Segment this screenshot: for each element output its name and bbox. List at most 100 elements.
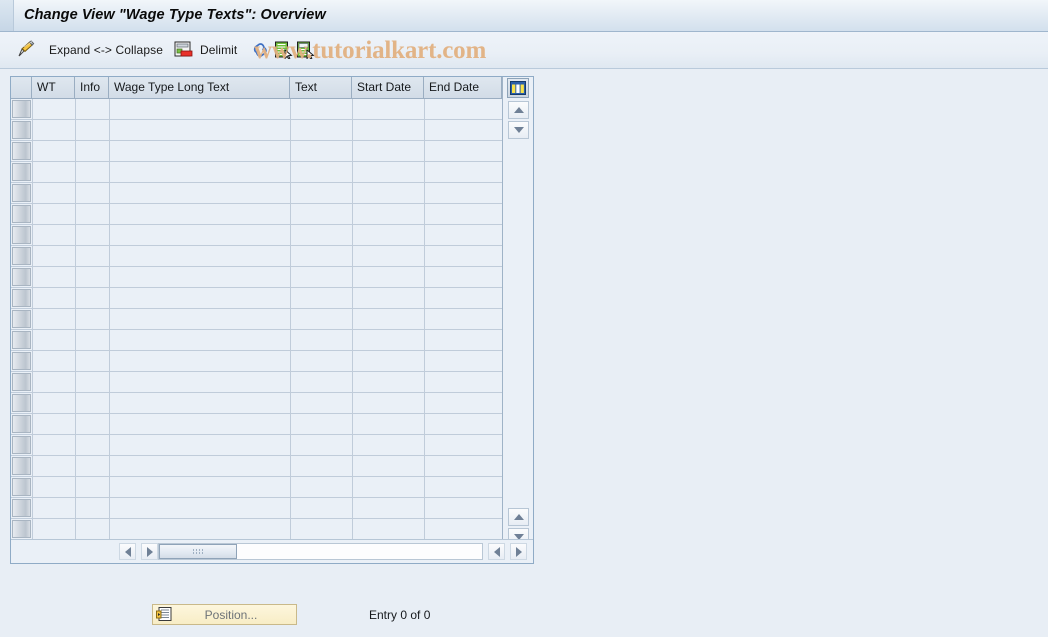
cell-divider [32, 183, 33, 204]
cell-divider [290, 183, 291, 204]
horizontal-scrollbar[interactable] [11, 539, 533, 563]
cell-divider [75, 519, 76, 540]
row-select-button[interactable] [12, 394, 31, 412]
cell-divider [290, 267, 291, 288]
row-select-button[interactable] [12, 163, 31, 181]
table-row[interactable] [11, 456, 502, 477]
column-header-wt[interactable]: WT [32, 77, 75, 99]
copy-document-icon [275, 41, 293, 59]
row-select-button[interactable] [12, 436, 31, 454]
position-button[interactable]: Position... [152, 604, 297, 625]
cell-divider [109, 204, 110, 225]
column-header-wage-type-long-text[interactable]: Wage Type Long Text [109, 77, 290, 99]
table-row[interactable] [11, 99, 502, 120]
table-settings-icon [510, 81, 526, 95]
table-row[interactable] [11, 141, 502, 162]
row-select-button[interactable] [12, 268, 31, 286]
row-select-button[interactable] [12, 457, 31, 475]
cell-divider [424, 477, 425, 498]
vertical-scrollbar[interactable] [502, 77, 533, 563]
details-button[interactable] [296, 32, 315, 68]
hscroll-track[interactable] [158, 543, 483, 560]
table-row[interactable] [11, 288, 502, 309]
row-select-button[interactable] [12, 247, 31, 265]
copy-entry-button[interactable] [274, 32, 293, 68]
cell-divider [109, 99, 110, 120]
hscroll-far-left-button[interactable] [488, 543, 505, 560]
table-row[interactable] [11, 372, 502, 393]
edit-pencil-button[interactable] [16, 32, 38, 68]
cell-divider [290, 498, 291, 519]
table-row[interactable] [11, 162, 502, 183]
row-select-button[interactable] [12, 205, 31, 223]
row-select-button[interactable] [12, 352, 31, 370]
row-select-button[interactable] [12, 100, 31, 118]
table-row[interactable] [11, 246, 502, 267]
row-select-button[interactable] [12, 331, 31, 349]
table-row[interactable] [11, 120, 502, 141]
row-select-button[interactable] [12, 478, 31, 496]
table-row[interactable] [11, 414, 502, 435]
cell-divider [290, 519, 291, 540]
table-row[interactable] [11, 225, 502, 246]
table-row[interactable] [11, 477, 502, 498]
hscroll-thumb[interactable] [159, 544, 237, 559]
table-row[interactable] [11, 393, 502, 414]
hscroll-far-right-button[interactable] [510, 543, 527, 560]
data-grid: WT Info Wage Type Long Text Text Start D… [10, 76, 534, 564]
row-select-button[interactable] [12, 121, 31, 139]
scroll-page-up-button[interactable] [508, 508, 529, 526]
column-header-select[interactable] [11, 77, 32, 99]
cell-divider [352, 246, 353, 267]
table-row[interactable] [11, 498, 502, 519]
cell-divider [32, 372, 33, 393]
table-row[interactable] [11, 183, 502, 204]
table-row[interactable] [11, 435, 502, 456]
cell-divider [75, 162, 76, 183]
expand-collapse-button[interactable]: Expand <-> Collapse [49, 32, 163, 68]
row-select-button[interactable] [12, 310, 31, 328]
row-select-button[interactable] [12, 226, 31, 244]
cell-divider [75, 498, 76, 519]
column-header-end-date[interactable]: End Date [424, 77, 502, 99]
scroll-down-button[interactable] [508, 121, 529, 139]
hscroll-left-button[interactable] [119, 543, 136, 560]
column-header-start-date[interactable]: Start Date [352, 77, 424, 99]
row-select-button[interactable] [12, 415, 31, 433]
cell-divider [352, 351, 353, 372]
table-row[interactable] [11, 309, 502, 330]
link-button[interactable] [251, 32, 270, 68]
column-header-info[interactable]: Info [75, 77, 109, 99]
cell-divider [32, 120, 33, 141]
cell-divider [75, 99, 76, 120]
hscroll-right-button[interactable] [141, 543, 158, 560]
table-row[interactable] [11, 204, 502, 225]
cell-divider [109, 435, 110, 456]
table-row[interactable] [11, 351, 502, 372]
cell-divider [109, 267, 110, 288]
row-select-button[interactable] [12, 184, 31, 202]
cell-divider [352, 183, 353, 204]
table-row[interactable] [11, 267, 502, 288]
cell-divider [352, 204, 353, 225]
cell-divider [75, 435, 76, 456]
delimit-icon-button[interactable] [174, 32, 193, 68]
cell-divider [109, 456, 110, 477]
scroll-up-button[interactable] [508, 101, 529, 119]
table-row[interactable] [11, 519, 502, 540]
row-select-button[interactable] [12, 289, 31, 307]
row-select-button[interactable] [12, 142, 31, 160]
cell-divider [109, 414, 110, 435]
row-select-button[interactable] [12, 499, 31, 517]
cell-divider [109, 519, 110, 540]
triangle-left-icon [124, 546, 131, 557]
cell-divider [352, 141, 353, 162]
delimit-button[interactable]: Delimit [200, 32, 237, 68]
cell-divider [352, 309, 353, 330]
column-config-button[interactable] [507, 78, 529, 98]
cell-divider [75, 372, 76, 393]
column-header-text[interactable]: Text [290, 77, 352, 99]
row-select-button[interactable] [12, 520, 31, 538]
row-select-button[interactable] [12, 373, 31, 391]
table-row[interactable] [11, 330, 502, 351]
